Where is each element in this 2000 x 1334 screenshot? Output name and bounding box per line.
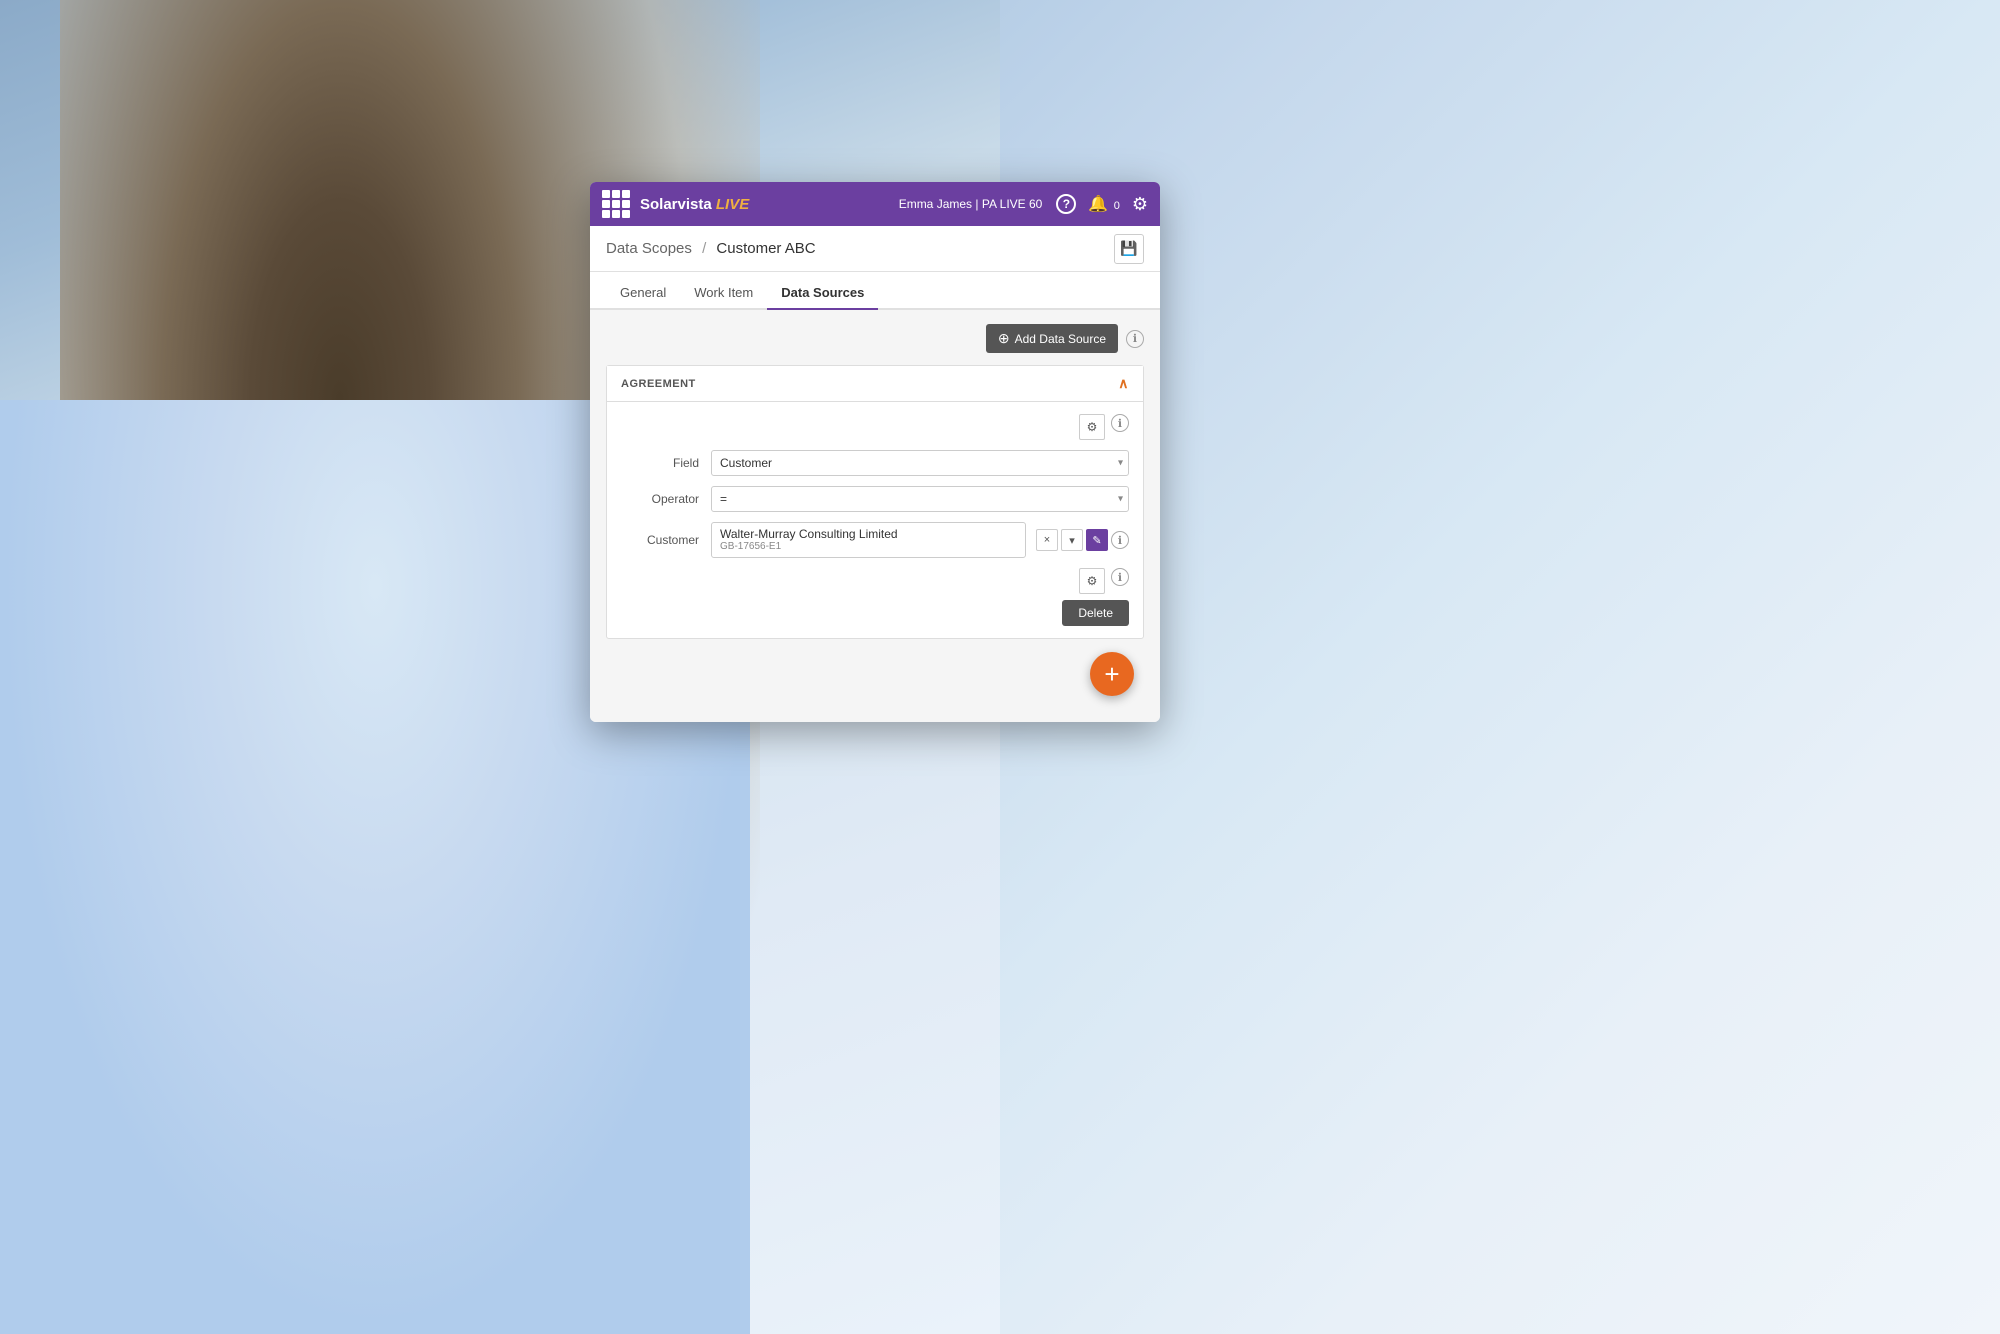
tab-data-sources[interactable]: Data Sources	[767, 277, 878, 310]
customer-edit-button[interactable]: ✎	[1086, 529, 1108, 551]
customer-label: Customer	[621, 533, 711, 547]
brand-label: Solarvista LIVE	[640, 196, 899, 213]
customer-field: Walter-Murray Consulting Limited GB-1765…	[711, 522, 1026, 558]
tabs-bar: General Work Item Data Sources	[590, 272, 1160, 310]
delete-button[interactable]: Delete	[1062, 600, 1129, 626]
section-title-agreement: AGREEMENT	[621, 378, 696, 390]
chevron-down-icon: ▾	[1069, 534, 1075, 547]
agreement-section: AGREEMENT ∧ ⚙ ℹ Field Customer	[606, 365, 1144, 639]
x-icon: ×	[1044, 534, 1050, 546]
delete-row: Delete	[621, 600, 1129, 626]
section-body-agreement: ⚙ ℹ Field Customer Operator	[607, 402, 1143, 638]
breadcrumb-bar: Data Scopes / Customer ABC 💾	[590, 226, 1160, 272]
operator-select[interactable]: =	[711, 486, 1129, 512]
customer-info-icon[interactable]: ℹ	[1111, 531, 1129, 549]
fab-add-button[interactable]: +	[1090, 652, 1134, 696]
toolbar-info-icon[interactable]: ℹ	[1126, 330, 1144, 348]
breadcrumb-section: Data Scopes	[606, 240, 692, 257]
operator-control: =	[711, 486, 1129, 512]
notifications-button[interactable]: 🔔 0	[1088, 194, 1120, 214]
customer-name: Walter-Murray Consulting Limited	[720, 527, 1017, 541]
help-button[interactable]: ?	[1056, 194, 1076, 214]
breadcrumb-page: Customer ABC	[716, 240, 815, 257]
section-bottom-actions: ⚙ ℹ	[621, 568, 1129, 594]
section-settings-icon[interactable]: ⚙	[1079, 414, 1105, 440]
toolbar-row: ⊕ Add Data Source ℹ	[606, 324, 1144, 353]
user-label: Emma James | PA LIVE 60	[899, 197, 1043, 211]
app-header: Solarvista LIVE Emma James | PA LIVE 60 …	[590, 182, 1160, 226]
field-label: Field	[621, 456, 711, 470]
section-settings-icon-bottom[interactable]: ⚙	[1079, 568, 1105, 594]
main-content: ⊕ Add Data Source ℹ AGREEMENT ∧ ⚙ ℹ Fiel…	[590, 310, 1160, 722]
operator-label: Operator	[621, 492, 711, 506]
breadcrumb: Data Scopes / Customer ABC	[606, 240, 1114, 257]
section-info-icon-bottom[interactable]: ℹ	[1111, 568, 1129, 586]
customer-field-container: Walter-Murray Consulting Limited GB-1765…	[711, 522, 1129, 558]
collapse-icon[interactable]: ∧	[1118, 375, 1129, 392]
fab-plus-icon: +	[1104, 661, 1119, 687]
breadcrumb-separator: /	[702, 240, 706, 257]
customer-dropdown-button[interactable]: ▾	[1061, 529, 1083, 551]
field-control: Customer	[711, 450, 1129, 476]
field-row: Field Customer	[621, 450, 1129, 476]
header-icons: ? 🔔 0 ⚙	[1056, 194, 1148, 215]
customer-code: GB-17656-E1	[720, 541, 1017, 552]
settings-button[interactable]: ⚙	[1132, 194, 1148, 215]
grid-icon[interactable]	[602, 190, 630, 218]
customer-clear-button[interactable]: ×	[1036, 529, 1058, 551]
floppy-icon: 💾	[1120, 240, 1137, 257]
customer-actions: × ▾ ✎ ℹ	[1036, 529, 1129, 551]
save-button[interactable]: 💾	[1114, 234, 1144, 264]
field-select[interactable]: Customer	[711, 450, 1129, 476]
section-info-icon-top[interactable]: ℹ	[1111, 414, 1129, 432]
operator-row: Operator =	[621, 486, 1129, 512]
section-header-agreement: AGREEMENT ∧	[607, 366, 1143, 402]
section-top-actions: ⚙ ℹ	[621, 414, 1129, 440]
app-window: Solarvista LIVE Emma James | PA LIVE 60 …	[590, 182, 1160, 722]
tab-general[interactable]: General	[606, 277, 680, 310]
pencil-icon: ✎	[1092, 534, 1101, 547]
add-icon: ⊕	[998, 330, 1010, 347]
tab-work-item[interactable]: Work Item	[680, 277, 767, 310]
add-datasource-button[interactable]: ⊕ Add Data Source	[986, 324, 1118, 353]
customer-row: Customer Walter-Murray Consulting Limite…	[621, 522, 1129, 558]
